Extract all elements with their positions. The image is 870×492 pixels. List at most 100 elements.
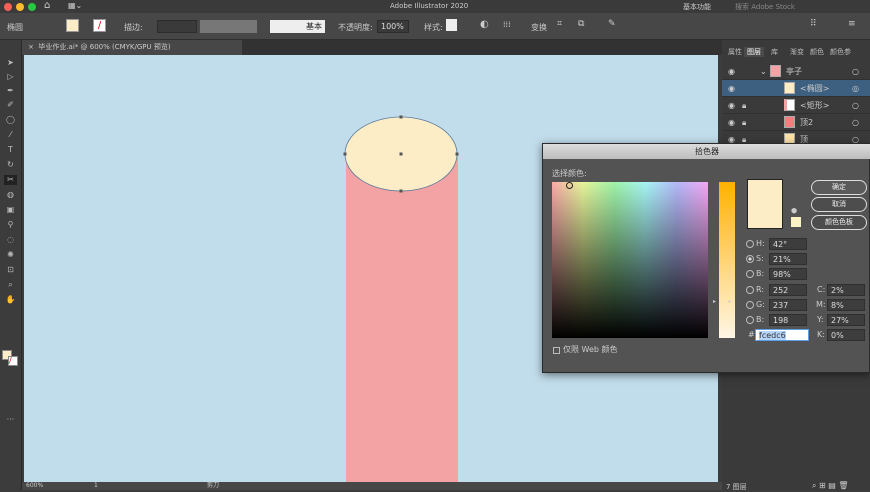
fill-swatch[interactable] bbox=[66, 19, 79, 32]
tab-libraries[interactable]: 库 bbox=[771, 47, 778, 57]
blue-radio[interactable] bbox=[746, 316, 754, 324]
red-radio[interactable] bbox=[746, 286, 754, 294]
arrange-icon[interactable]: ⠿ bbox=[810, 19, 817, 29]
workspace-layout-icon[interactable]: ▦⌄ bbox=[68, 1, 82, 10]
zoom-level[interactable]: 600% bbox=[26, 482, 43, 490]
direct-selection-tool-icon[interactable]: ▷ bbox=[4, 72, 17, 82]
anchor-top[interactable] bbox=[399, 115, 403, 119]
tab-color-guide[interactable]: 颜色参 bbox=[830, 47, 851, 57]
curvature-tool-icon[interactable]: ✐ bbox=[4, 100, 17, 110]
close-tab-icon[interactable]: × bbox=[28, 43, 34, 51]
scissors-tool-icon[interactable]: ✂ bbox=[4, 175, 17, 185]
brightness-radio[interactable] bbox=[746, 270, 754, 278]
brightness-input[interactable]: 98% bbox=[769, 268, 807, 280]
hue-input[interactable]: 42° bbox=[769, 238, 807, 250]
anchor-bottom[interactable] bbox=[399, 189, 403, 193]
workspace-switcher[interactable]: 基本功能 bbox=[683, 2, 711, 12]
saturation-radio[interactable] bbox=[746, 255, 754, 263]
hand-tool-icon[interactable]: ✋ bbox=[4, 295, 17, 305]
saturation-input[interactable]: 21% bbox=[769, 253, 807, 265]
out-of-gamut-icon[interactable]: ⬢ bbox=[791, 207, 797, 215]
saturation-slider[interactable] bbox=[719, 182, 735, 338]
transform-button[interactable]: 变换 bbox=[531, 22, 547, 33]
zoom-tool-icon[interactable]: ⌕ bbox=[4, 280, 17, 290]
hex-input[interactable]: fcedc6 bbox=[755, 329, 809, 341]
target-icon[interactable]: ○ bbox=[852, 114, 859, 131]
lock-icon[interactable]: 🔒︎ bbox=[742, 97, 746, 114]
ellipse-tool-icon[interactable]: ◯ bbox=[4, 115, 17, 125]
shape-builder-tool-icon[interactable]: ◍ bbox=[4, 190, 17, 200]
puppet-warp-icon[interactable]: ✎ bbox=[608, 19, 616, 29]
web-only-checkbox[interactable] bbox=[553, 347, 560, 354]
magenta-input[interactable]: 8% bbox=[827, 299, 865, 311]
mask-icon[interactable]: ⧉ bbox=[578, 19, 584, 29]
green-input[interactable]: 237 bbox=[769, 299, 807, 311]
layer-row[interactable]: ◉ ⌄ 亭子 ○ bbox=[722, 63, 870, 80]
slider-handle[interactable]: ▸ ◂ bbox=[713, 298, 730, 305]
cyan-label: C: bbox=[817, 285, 826, 294]
stroke-style-select[interactable]: 基本 bbox=[270, 20, 325, 33]
tab-layers[interactable]: 图层 bbox=[744, 47, 764, 57]
blend-tool-icon[interactable]: ◌ bbox=[4, 235, 17, 245]
home-icon[interactable]: ⌂ bbox=[44, 0, 50, 11]
red-input[interactable]: 252 bbox=[769, 284, 807, 296]
visibility-eye-icon[interactable]: ◉ bbox=[728, 80, 735, 97]
menu-icon[interactable]: ≡ bbox=[848, 19, 856, 29]
stroke-color-icon[interactable]: / bbox=[8, 356, 18, 366]
artboard-number[interactable]: 1 bbox=[94, 482, 98, 490]
anchor-left[interactable] bbox=[343, 152, 347, 156]
tab-gradient[interactable]: 渐变 bbox=[790, 47, 804, 57]
layer-row[interactable]: ◉ <椭圆> ◎ bbox=[722, 80, 870, 97]
align-grid-icon[interactable]: ⁞⁞⁞ bbox=[503, 20, 511, 29]
hue-radio[interactable] bbox=[746, 240, 754, 248]
cancel-button[interactable]: 取消 bbox=[811, 197, 867, 212]
variable-width-select[interactable] bbox=[200, 20, 257, 33]
lock-icon[interactable]: 🔒︎ bbox=[742, 114, 746, 131]
brush-tool-icon[interactable]: ⁄ bbox=[4, 130, 17, 140]
selection-tool-icon[interactable]: ➤ bbox=[4, 58, 17, 68]
document-tab[interactable]: × 毕业作业.ai* @ 600% (CMYK/GPU 预览) bbox=[22, 40, 242, 55]
anchor-right[interactable] bbox=[455, 152, 459, 156]
target-icon[interactable]: ○ bbox=[852, 97, 859, 114]
gradient-tool-icon[interactable]: ▣ bbox=[4, 205, 17, 215]
recolor-icon[interactable]: ◐ bbox=[480, 19, 489, 30]
stroke-weight-input[interactable] bbox=[157, 20, 197, 33]
tab-color[interactable]: 颜色 bbox=[810, 47, 824, 57]
cyan-input[interactable]: 2% bbox=[827, 284, 865, 296]
eyedropper-tool-icon[interactable]: ⚲ bbox=[4, 220, 17, 230]
graphic-style-swatch[interactable] bbox=[446, 19, 457, 31]
color-field-cursor[interactable] bbox=[566, 182, 573, 189]
opacity-input[interactable]: 100% bbox=[377, 20, 409, 33]
pen-tool-icon[interactable]: ✒ bbox=[4, 86, 17, 96]
color-field[interactable] bbox=[552, 182, 708, 338]
color-swatches-button[interactable]: 颜色色板 bbox=[811, 215, 867, 230]
symbol-sprayer-icon[interactable]: ✺ bbox=[4, 250, 17, 260]
blue-input[interactable]: 198 bbox=[769, 314, 807, 326]
visibility-eye-icon[interactable]: ◉ bbox=[728, 63, 735, 80]
layer-row[interactable]: ◉ 🔒︎ <矩形> ○ bbox=[722, 97, 870, 114]
style-label: 样式: bbox=[424, 23, 443, 32]
black-input[interactable]: 0% bbox=[827, 329, 865, 341]
artboard-tool-icon[interactable]: ⊡ bbox=[4, 265, 17, 275]
chevron-down-icon[interactable]: ⌄ bbox=[760, 63, 767, 80]
rotate-tool-icon[interactable]: ↻ bbox=[4, 160, 17, 170]
stroke-none-swatch[interactable]: / bbox=[93, 19, 106, 32]
visibility-eye-icon[interactable]: ◉ bbox=[728, 97, 735, 114]
minimize-window-button[interactable] bbox=[16, 3, 24, 11]
type-tool-icon[interactable]: T bbox=[4, 145, 17, 155]
status-bar: 600% 1 剪刀 bbox=[22, 482, 722, 490]
target-icon[interactable]: ◎ bbox=[852, 80, 859, 97]
close-window-button[interactable] bbox=[4, 3, 12, 11]
green-radio[interactable] bbox=[746, 301, 754, 309]
layer-row[interactable]: ◉ 🔒︎ 顶2 ○ bbox=[722, 114, 870, 131]
more-tools-icon[interactable]: ··· bbox=[4, 415, 17, 425]
tab-properties[interactable]: 属性 bbox=[728, 47, 742, 57]
ok-button[interactable]: 确定 bbox=[811, 180, 867, 195]
visibility-eye-icon[interactable]: ◉ bbox=[728, 114, 735, 131]
target-icon[interactable]: ○ bbox=[852, 63, 859, 80]
stock-search-input[interactable]: 搜索 Adobe Stock bbox=[735, 2, 795, 12]
maximize-window-button[interactable] bbox=[28, 3, 36, 11]
gamut-swatch[interactable] bbox=[791, 217, 801, 227]
yellow-input[interactable]: 27% bbox=[827, 314, 865, 326]
isolate-icon[interactable]: ⌗ bbox=[557, 19, 562, 29]
